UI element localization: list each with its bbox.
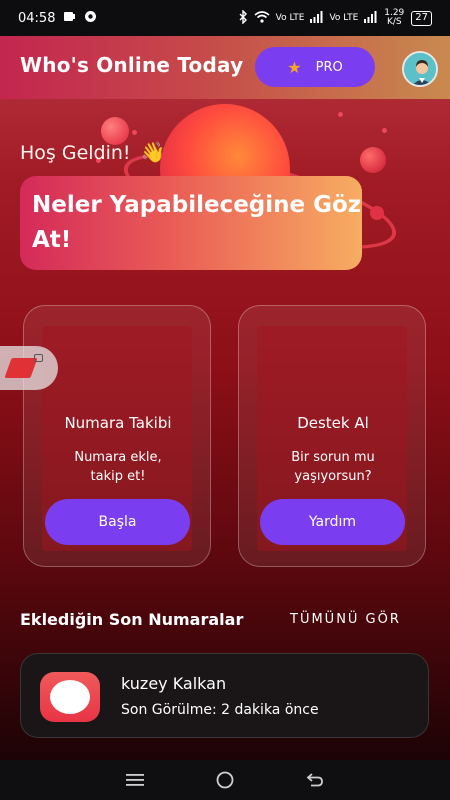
- support-card[interactable]: Destek Al Bir sorun mu yaşıyorsun? Yardı…: [238, 305, 426, 567]
- contact-icon: [40, 672, 100, 722]
- status-bar: 04:58 Vo LTE Vo LTE 1.29 K/S 27: [0, 0, 450, 36]
- welcome-greeting: Hoş Geldin! 👋: [20, 140, 166, 164]
- star-icon: ★: [287, 57, 302, 77]
- greeting-text: Hoş Geldin!: [20, 142, 131, 164]
- help-button[interactable]: Yardım: [260, 499, 405, 545]
- last-seen-text: Son Görülme: 2 dakika önce: [121, 702, 319, 718]
- card-title: Destek Al: [297, 414, 369, 432]
- hero-headline: Neler Yapabileceğine Göz At!: [32, 192, 362, 253]
- wifi-icon: [254, 10, 270, 26]
- pro-label: PRO: [315, 59, 343, 75]
- network-speed: 1.29 K/S: [384, 8, 405, 27]
- contact-name: kuzey Kalkan: [121, 674, 227, 693]
- back-icon[interactable]: [303, 768, 327, 792]
- system-nav-bar: [0, 760, 450, 800]
- see-all-link[interactable]: TÜMÜNÜ GÖR: [290, 612, 401, 627]
- signal-icon-2: [364, 10, 377, 26]
- app-header: Who's Online Today ★ PRO: [0, 36, 450, 99]
- wave-hand-icon: 👋: [140, 140, 166, 164]
- card-title: Numara Takibi: [64, 414, 172, 432]
- status-time: 04:58: [18, 10, 56, 26]
- battery-icon: 27: [411, 10, 432, 26]
- card-description: Bir sorun mu yaşıyorsun?: [291, 450, 375, 484]
- card-description: Numara ekle, takip et!: [74, 450, 162, 484]
- hero-banner: Neler Yapabileceğine Göz At!: [20, 176, 362, 270]
- profile-avatar[interactable]: [402, 51, 438, 87]
- decorative-ball: [370, 206, 384, 220]
- signal-icon: [310, 10, 323, 26]
- app-title: Who's Online Today: [20, 53, 244, 77]
- decorative-dot: [382, 128, 387, 133]
- floating-app-icon: [4, 358, 38, 378]
- network-label-2: Vo LTE: [329, 13, 359, 23]
- recent-section-title: Eklediğin Son Numaralar: [20, 610, 244, 629]
- decorative-dot: [132, 130, 137, 135]
- decorative-ball: [360, 147, 386, 173]
- network-label-1: Vo LTE: [275, 13, 305, 23]
- pro-button[interactable]: ★ PRO: [255, 47, 375, 87]
- floating-side-tab[interactable]: [0, 346, 58, 390]
- decorative-dot: [338, 112, 343, 117]
- recent-number-item[interactable]: kuzey Kalkan Son Görülme: 2 dakika önce: [20, 653, 429, 738]
- message-icon: [63, 10, 76, 27]
- start-button[interactable]: Başla: [45, 499, 190, 545]
- home-icon[interactable]: [213, 768, 237, 792]
- number-tracking-card[interactable]: Numara Takibi Numara ekle, takip et! Baş…: [23, 305, 211, 567]
- menu-icon[interactable]: [123, 768, 147, 792]
- window-icon: [34, 354, 43, 362]
- notification-icon: [84, 10, 97, 27]
- bluetooth-icon: [238, 8, 248, 27]
